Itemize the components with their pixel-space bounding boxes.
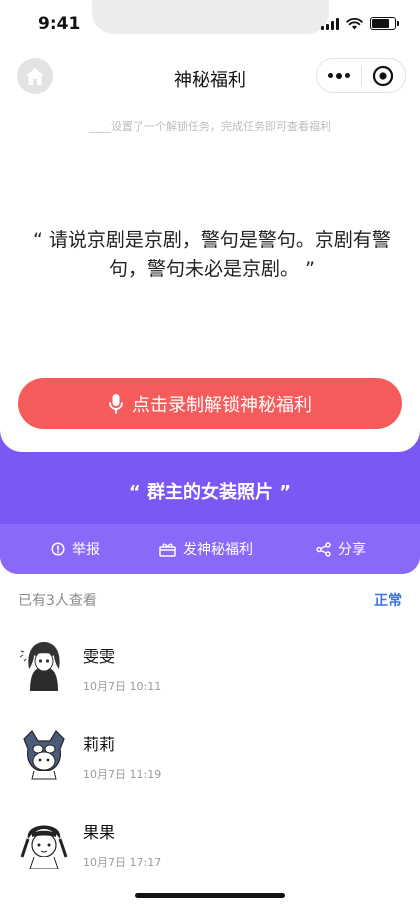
target-icon [373,65,394,86]
viewer-list-item[interactable]: 果果 10月7日 17:17 [0,813,420,893]
send-gift-button[interactable]: 发神秘福利 [159,539,253,559]
battery-icon [370,17,399,30]
gift-panel-top-curve [0,430,420,452]
viewer-name: 果果 [83,823,116,842]
avatar [20,825,68,869]
viewer-time: 10月7日 17:17 [83,856,162,869]
gift-title: “ 群主的女装照片 ” [128,482,292,503]
record-button-label: 点击录制解锁神秘福利 [132,394,312,416]
share-button[interactable]: 分享 [316,539,366,559]
viewer-time: 10月7日 11:19 [83,768,162,781]
report-button[interactable]: 举报 [51,539,100,559]
report-label: 举报 [72,542,100,558]
close-mini-program-button[interactable] [361,65,405,87]
mini-program-capsule [316,58,406,93]
more-dot-icon [327,72,333,78]
cellular-signal-icon [321,18,339,30]
warning-icon [51,542,65,556]
gift-box-icon [159,542,176,557]
more-dot-icon [344,72,350,78]
nav-bar: 神秘福利 [0,52,420,102]
action-bar: 举报 发神秘福利 分享 [0,524,420,574]
task-quote: “ 请说京剧是京剧，警句是警句。京剧有警句，警句未必是京剧。 ” [33,229,391,280]
share-label: 分享 [338,542,366,558]
more-options-button[interactable] [317,72,361,79]
status-icons [321,17,399,30]
viewer-count: 已有3人查看 [18,593,97,609]
viewer-name: 莉莉 [83,735,116,754]
status-time: 9:41 [38,14,81,34]
status-bar: 9:41 [0,0,420,50]
home-indicator[interactable] [135,893,285,898]
avatar [19,642,60,691]
sort-toggle[interactable]: 正常 [374,590,402,610]
viewer-name: 雯雯 [83,647,116,666]
viewer-list-item[interactable]: 莉莉 10月7日 11:19 [0,725,420,805]
more-dot-icon [335,72,342,79]
viewer-time: 10月7日 10:11 [83,680,162,693]
share-icon [316,541,331,557]
microphone-icon [109,393,123,414]
task-description: ____设置了一个解锁任务，完成任务即可查看福利 [89,120,331,133]
send-gift-label: 发神秘福利 [183,542,253,558]
viewer-list-item[interactable]: 雯雯 10月7日 10:11 [0,637,420,717]
wifi-icon [346,18,363,30]
avatar [23,730,65,780]
device-notch [92,0,329,34]
record-unlock-button[interactable]: 点击录制解锁神秘福利 [18,378,402,429]
